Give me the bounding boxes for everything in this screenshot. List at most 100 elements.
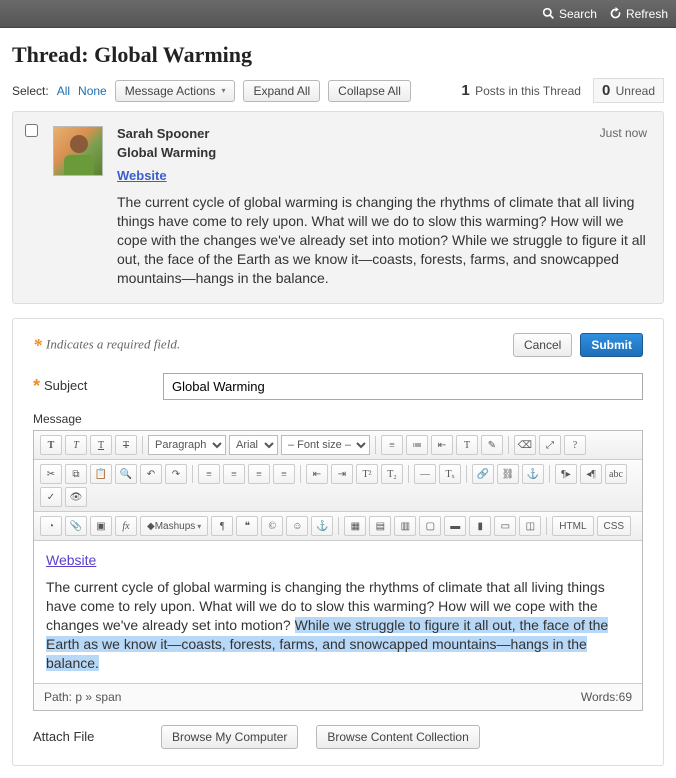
avatar <box>53 126 103 176</box>
align-center-icon[interactable]: ≡ <box>223 464 245 484</box>
rich-text-editor: T T T T Paragraph Arial – Font size – ≡ … <box>33 430 643 710</box>
preview-icon[interactable]: 👁 <box>65 487 87 507</box>
copyright-icon[interactable]: © <box>261 516 283 536</box>
required-star-icon: * <box>33 376 40 396</box>
post-timestamp: Just now <box>600 126 647 141</box>
align-justify-icon[interactable]: ≡ <box>273 464 295 484</box>
editor-toolbar-row2: ✂ ⧉ 📋 🔍 ↶ ↷ ≡ ≡ ≡ ≡ ⇤ ⇥ T² T₂ — Tₓ <box>34 460 642 512</box>
post-select-checkbox[interactable] <box>25 124 38 137</box>
clear-format-icon[interactable]: ⌫ <box>514 435 536 455</box>
select-label: Select: <box>12 84 49 98</box>
collapse-all-button[interactable]: Collapse All <box>328 80 411 102</box>
remove-format-icon[interactable]: Tₓ <box>439 464 461 484</box>
cancel-button[interactable]: Cancel <box>513 333 572 357</box>
bullet-list-icon[interactable]: ≡ <box>381 435 403 455</box>
attach-icon[interactable]: 📎 <box>65 516 87 536</box>
table-split-icon[interactable]: ◫ <box>519 516 541 536</box>
align-right-icon[interactable]: ≡ <box>248 464 270 484</box>
subject-input[interactable] <box>163 373 643 400</box>
page-title: Thread: Global Warming <box>12 42 664 68</box>
editor-word-count: Words:69 <box>581 690 632 704</box>
table-merge-icon[interactable]: ▭ <box>494 516 516 536</box>
required-note: *Indicates a required field. <box>33 335 180 356</box>
nbsp-icon[interactable]: ¶ <box>211 516 233 536</box>
browse-computer-button[interactable]: Browse My Computer <box>161 725 298 749</box>
post-subject: Global Warming <box>117 145 647 160</box>
table-del-col-icon[interactable]: ▮ <box>469 516 491 536</box>
message-label: Message <box>33 412 643 426</box>
align-left-icon[interactable]: ≡ <box>198 464 220 484</box>
anchor-icon[interactable]: ⚓ <box>522 464 544 484</box>
table-col-icon[interactable]: ▥ <box>394 516 416 536</box>
find-icon[interactable]: 🔍 <box>115 464 137 484</box>
image-icon[interactable]: ▣ <box>90 516 112 536</box>
font-size-select[interactable]: – Font size – <box>281 435 370 455</box>
lang-icon[interactable]: abc <box>605 464 627 484</box>
refresh-button[interactable]: Refresh <box>609 7 668 21</box>
expand-icon[interactable]: ⤢ <box>539 435 561 455</box>
highlight-icon[interactable]: ✎ <box>481 435 503 455</box>
message-actions-button[interactable]: Message Actions▾ <box>115 80 236 102</box>
select-all-link[interactable]: All <box>57 84 70 98</box>
unlink-icon[interactable]: ⛓ <box>497 464 519 484</box>
copy-icon[interactable]: ⧉ <box>65 464 87 484</box>
text-color-icon[interactable]: T <box>456 435 478 455</box>
undo-icon[interactable]: ↶ <box>140 464 162 484</box>
emoji-icon[interactable]: ☺ <box>286 516 308 536</box>
table-cell-icon[interactable]: ▢ <box>419 516 441 536</box>
outdent-icon[interactable]: ⇤ <box>431 435 453 455</box>
cut-icon[interactable]: ✂ <box>40 464 62 484</box>
css-button[interactable]: CSS <box>597 516 632 536</box>
unread-count: 0 Unread <box>593 78 664 103</box>
number-list-icon[interactable]: ≔ <box>406 435 428 455</box>
required-star-icon: * <box>33 335 42 355</box>
refresh-label: Refresh <box>626 7 668 21</box>
expand-all-button[interactable]: Expand All <box>243 80 320 102</box>
thread-controls: Select: All None Message Actions▾ Expand… <box>12 78 664 103</box>
attach-file-label: Attach File <box>33 729 143 744</box>
anchor2-icon[interactable]: ⚓ <box>311 516 333 536</box>
rtl-icon[interactable]: ◂¶ <box>580 464 602 484</box>
link-icon[interactable]: 🔗 <box>472 464 494 484</box>
record-icon[interactable]: ◔ <box>40 516 62 536</box>
help-icon[interactable]: ? <box>564 435 586 455</box>
post-author: Sarah Spooner <box>117 126 209 141</box>
chevron-down-icon: ▾ <box>221 86 225 95</box>
editor-path: Path: p » span <box>44 690 121 704</box>
underline-icon[interactable]: T <box>90 435 112 455</box>
search-button[interactable]: Search <box>542 7 597 21</box>
superscript-icon[interactable]: T² <box>356 464 378 484</box>
editor-content-area[interactable]: Website The current cycle of global warm… <box>34 541 642 682</box>
font-family-select[interactable]: Arial <box>229 435 278 455</box>
table-icon[interactable]: ▦ <box>344 516 366 536</box>
table-del-row-icon[interactable]: ▬ <box>444 516 466 536</box>
indent-right-icon[interactable]: ⇥ <box>331 464 353 484</box>
quote-icon[interactable]: ❝ <box>236 516 258 536</box>
post-website-link[interactable]: Website <box>117 168 167 183</box>
redo-icon[interactable]: ↷ <box>165 464 187 484</box>
html-button[interactable]: HTML <box>552 516 593 536</box>
italic-icon[interactable]: T <box>65 435 87 455</box>
indent-left-icon[interactable]: ⇤ <box>306 464 328 484</box>
submit-button[interactable]: Submit <box>580 333 643 357</box>
post-count: 1 Posts in this Thread <box>461 82 581 99</box>
equation-icon[interactable]: fx <box>115 516 137 536</box>
table-row-icon[interactable]: ▤ <box>369 516 391 536</box>
strike-icon[interactable]: T <box>115 435 137 455</box>
select-none-link[interactable]: None <box>78 84 107 98</box>
mashups-button[interactable]: ◆ Mashups ▾ <box>140 516 208 536</box>
editor-website-link[interactable]: Website <box>46 551 96 570</box>
reply-panel: *Indicates a required field. Cancel Subm… <box>12 318 664 765</box>
paragraph-select[interactable]: Paragraph <box>148 435 226 455</box>
search-label: Search <box>559 7 597 21</box>
spellcheck-icon[interactable]: ✓ <box>40 487 62 507</box>
hr-icon[interactable]: — <box>414 464 436 484</box>
bold-icon[interactable]: T <box>40 435 62 455</box>
subscript-icon[interactable]: T₂ <box>381 464 403 484</box>
top-toolbar: Search Refresh <box>0 0 676 28</box>
ltr-icon[interactable]: ¶▸ <box>555 464 577 484</box>
post-body-text: The current cycle of global warming is c… <box>117 193 647 287</box>
paste-icon[interactable]: 📋 <box>90 464 112 484</box>
search-icon <box>542 7 555 20</box>
browse-content-collection-button[interactable]: Browse Content Collection <box>316 725 479 749</box>
